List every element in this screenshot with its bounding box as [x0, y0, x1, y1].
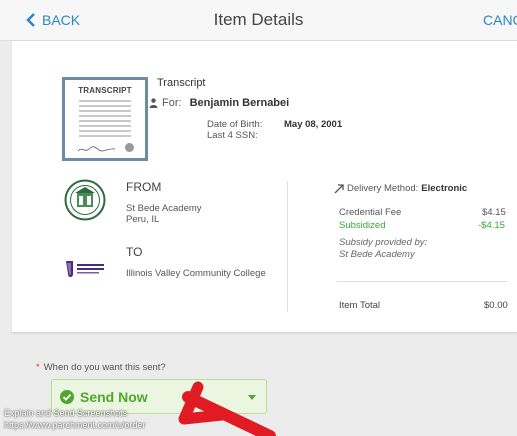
annotation-arrow [178, 381, 276, 436]
student-name: Benjamin Bernabei [189, 97, 290, 109]
send-timing-question: When do you want this sent? [43, 362, 166, 373]
from-location: Peru, IL [126, 214, 160, 225]
subsidy-provider-label: Subsidy provided by: [339, 237, 428, 248]
seal-icon [125, 143, 134, 152]
ivcc-logo [66, 261, 104, 277]
item-total-value: $0.00 [484, 300, 508, 311]
dob-value: May 08, 2001 [284, 119, 343, 130]
ssn-label: Last 4 SSN: [207, 130, 258, 141]
user-icon [149, 98, 158, 108]
total-divider [337, 281, 507, 282]
item-details-card: TRANSCRIPT Transcript For: Benjamin Bern… [12, 41, 517, 333]
item-total-label: Item Total [339, 300, 381, 311]
top-nav-bar: BACK Item Details CANC [0, 0, 517, 41]
cancel-button[interactable]: CANC [483, 12, 517, 28]
column-divider [287, 181, 288, 312]
to-heading: TO [126, 245, 143, 259]
from-heading: FROM [126, 180, 162, 194]
subsidy-provider-name: St Bede Academy [339, 249, 415, 260]
delivery-method: Delivery Method: Electronic [334, 183, 467, 194]
from-school: St Bede Academy [126, 203, 202, 214]
transcript-thumbnail: TRANSCRIPT [62, 77, 148, 161]
credential-fee-label: Credential Fee [339, 207, 402, 218]
signature-icon [77, 146, 116, 152]
document-lines-icon [79, 100, 131, 140]
required-mark: * [36, 362, 40, 373]
send-timing-label: * When do you want this sent? [36, 362, 166, 373]
subsidized-label: Subsidized [339, 220, 386, 231]
delivery-value: Electronic [421, 183, 468, 194]
credential-fee-value: $4.15 [482, 207, 506, 218]
document-name: Transcript [157, 77, 206, 89]
delivery-label: Delivery Method: [347, 183, 419, 194]
check-circle-icon [60, 390, 74, 404]
to-school: Illinois Valley Community College [126, 268, 266, 279]
thumbnail-label: TRANSCRIPT [78, 86, 132, 95]
screenshot-url: https://www.parchment.com/u/order [4, 420, 146, 430]
subsidized-value: -$4.15 [478, 220, 505, 231]
send-icon [334, 183, 344, 193]
recipient-row: For: Benjamin Bernabei [149, 97, 289, 109]
dob-label: Date of Birth: [207, 119, 263, 130]
selected-option: Send Now [80, 389, 148, 405]
screenshot-caption: Explain and Send Screenshots [4, 408, 128, 418]
page-title: Item Details [213, 10, 304, 29]
for-label: For: [162, 97, 182, 109]
school-seal-logo [64, 179, 106, 221]
